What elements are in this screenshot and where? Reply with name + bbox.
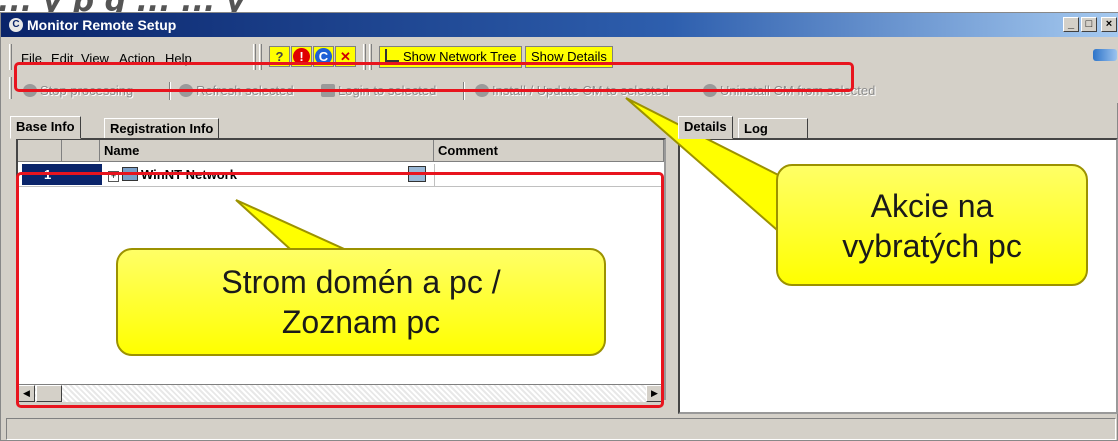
callout-actions: Akcie na vybratých pc xyxy=(776,164,1088,286)
callout-tree-text: Strom domén a pc / Zoznam pc xyxy=(221,264,501,340)
callout-actions-text: Akcie na vybratých pc xyxy=(842,188,1022,264)
callout-tree: Strom domén a pc / Zoznam pc xyxy=(116,248,606,356)
tab-details[interactable]: Details xyxy=(678,116,733,139)
tab-base-info[interactable]: Base Info xyxy=(10,116,81,139)
